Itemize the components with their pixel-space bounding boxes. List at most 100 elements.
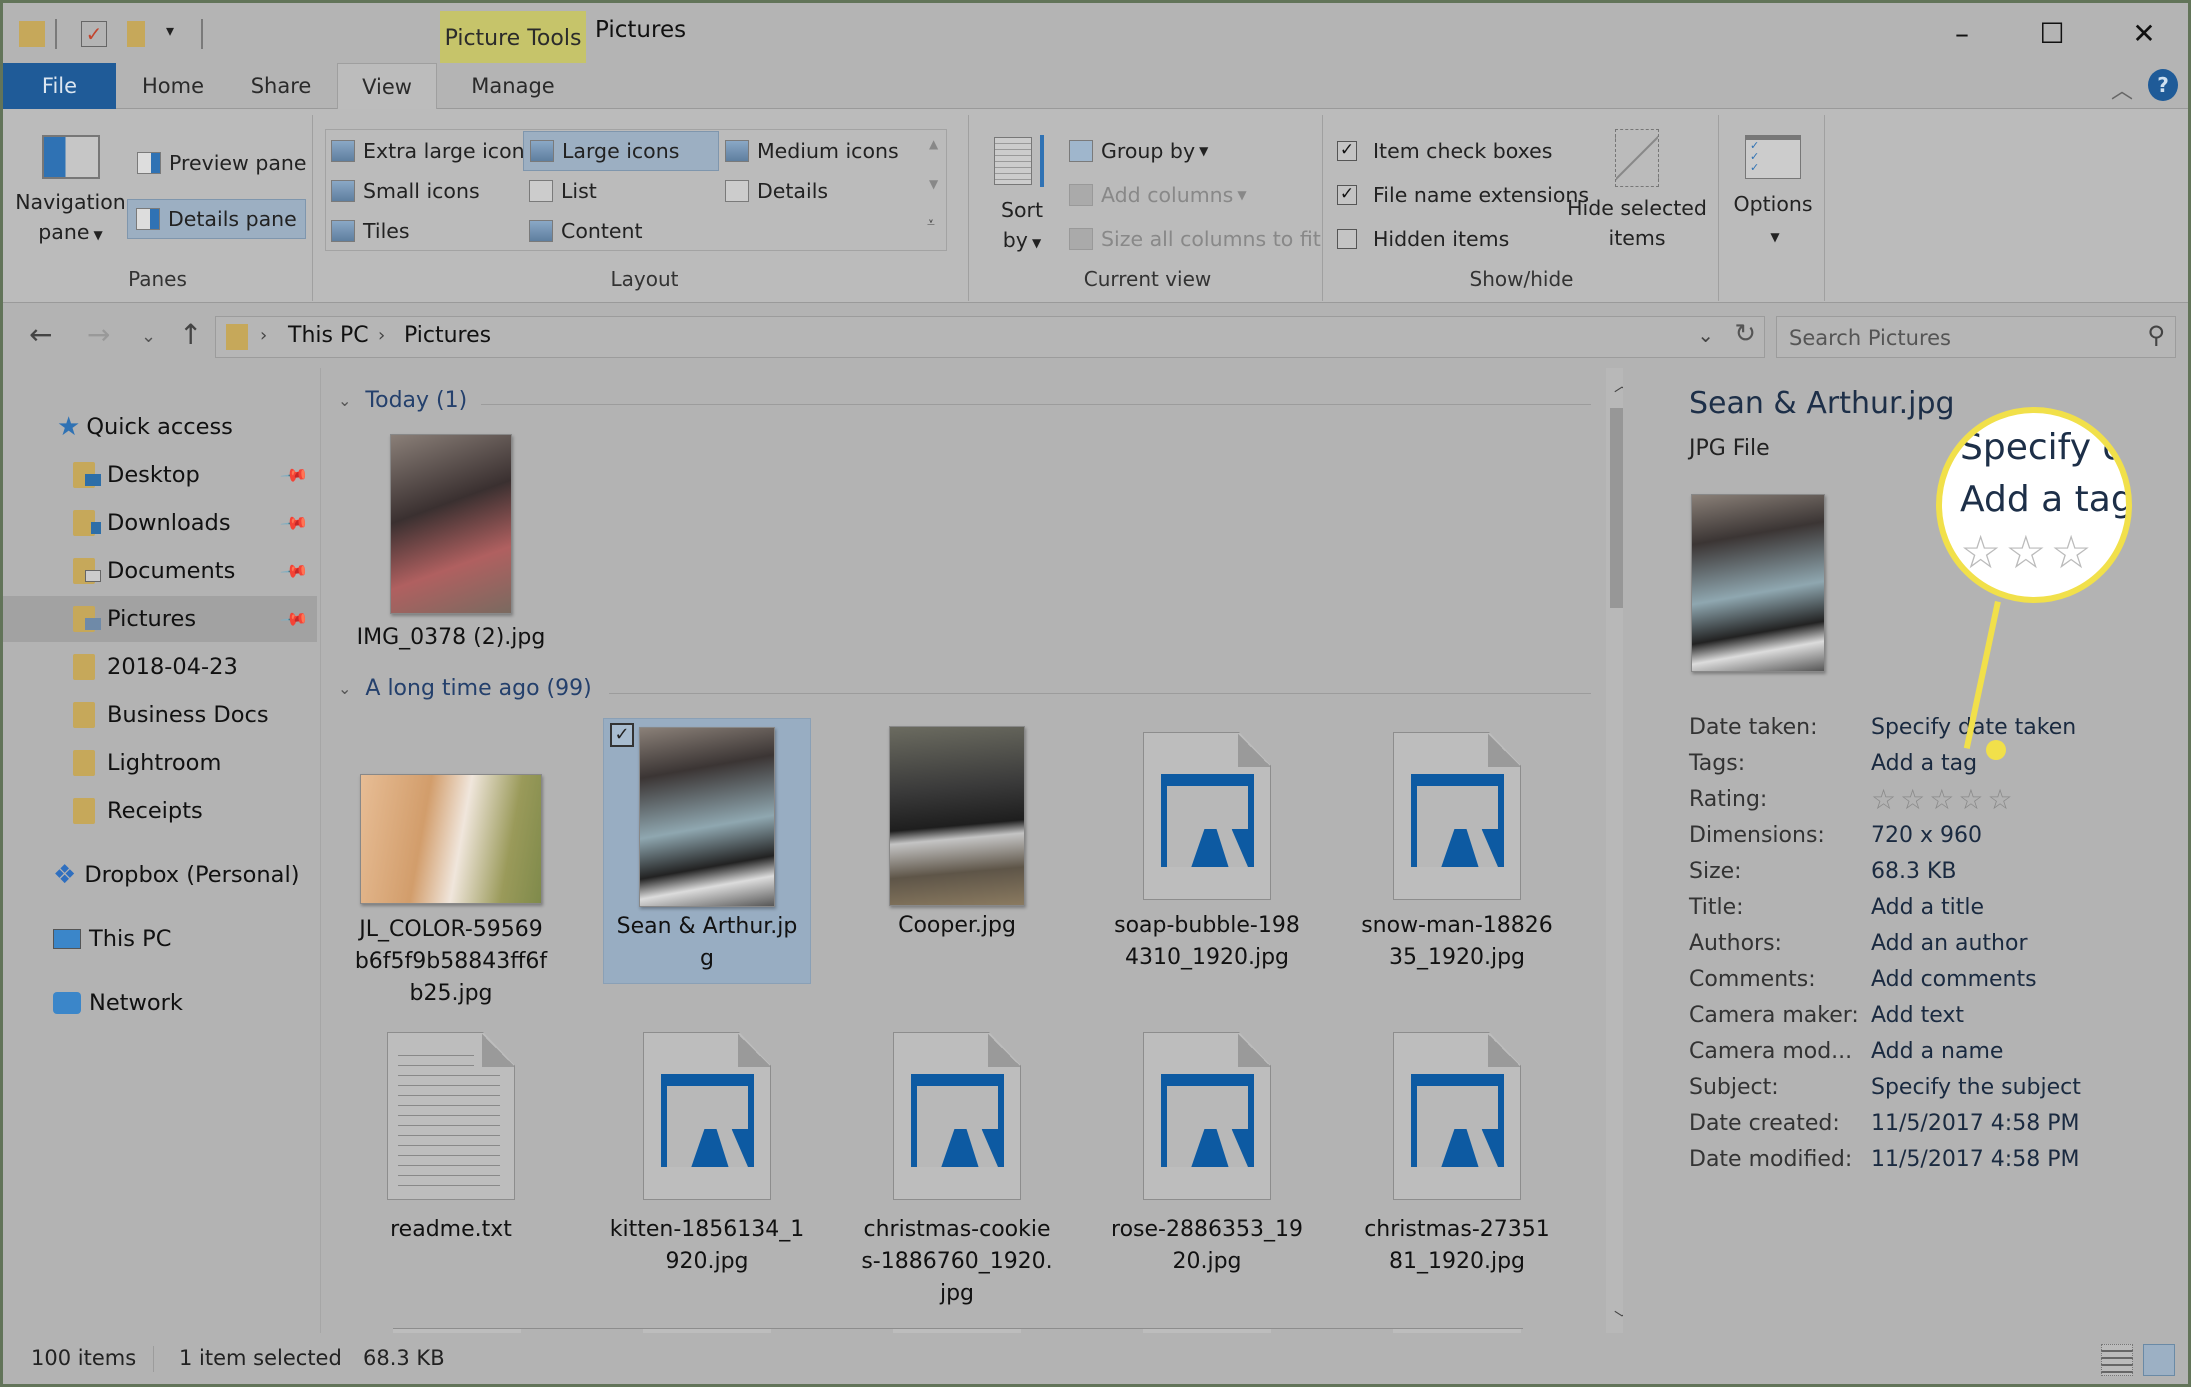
item-checkbox[interactable]: ✓ <box>610 723 634 747</box>
tab-share[interactable]: Share <box>239 63 323 109</box>
nav-folder-lightroom[interactable]: Lightroom <box>3 740 317 786</box>
tab-home[interactable]: Home <box>127 63 219 109</box>
nav-dropbox[interactable]: ❖ Dropbox (Personal) <box>3 852 317 898</box>
hide-selected-items-button[interactable]: Hide selected items <box>1567 129 1707 253</box>
pin-icon[interactable]: 📌 <box>278 556 309 586</box>
layout-large-icons[interactable]: Large icons <box>523 131 719 171</box>
nav-pictures[interactable]: Pictures 📌 <box>3 596 317 642</box>
hidden-items-toggle[interactable]: Hidden items <box>1337 221 1509 257</box>
folder-properties-icon[interactable] <box>19 21 45 47</box>
nav-quick-access[interactable]: ★ Quick access <box>3 404 317 450</box>
tab-manage[interactable]: Manage <box>440 63 586 109</box>
refresh-icon[interactable]: ↻ <box>1734 319 1756 349</box>
search-input[interactable] <box>1789 323 2119 353</box>
help-button[interactable]: ? <box>2148 69 2178 101</box>
file-tile[interactable]: christmas-2735181_1920.jpg <box>1353 1032 1561 1298</box>
file-tile[interactable]: soap-bubble-1984310_1920.jpg <box>1103 718 1311 984</box>
collapse-ribbon-icon[interactable]: ︿ <box>2111 73 2133 105</box>
nav-downloads[interactable]: Downloads 📌 <box>3 500 317 546</box>
layout-small-icons[interactable]: Small icons <box>331 173 480 209</box>
group-header-today[interactable]: ⌄ Today (1) <box>338 388 467 413</box>
address-bar[interactable]: › This PC › Pictures ⌄ ↻ <box>215 316 1765 358</box>
star-icon[interactable]: ☆ <box>1958 783 1983 816</box>
property-value[interactable]: Add a title <box>1871 890 1984 926</box>
maximize-button[interactable]: ☐ <box>2007 11 2097 55</box>
options-button[interactable]: ✓ ✓ ✓ Options ▼ <box>1727 135 1819 252</box>
address-dropdown-icon[interactable]: ⌄ <box>1697 323 1714 347</box>
file-tile[interactable]: Cooper.jpg <box>853 718 1061 984</box>
vertical-scrollbar[interactable]: ︿ ﹀ <box>1606 368 1623 1333</box>
file-tile[interactable]: readme.txt <box>347 1032 555 1298</box>
preview-pane-button[interactable]: Preview pane <box>131 145 313 181</box>
search-icon[interactable]: ⚲ <box>2147 321 2165 349</box>
pin-icon[interactable]: 📌 <box>278 604 309 634</box>
new-folder-icon[interactable] <box>127 21 145 47</box>
file-tile[interactable]: christmas-cookies-1886760_1920.jpg <box>853 1032 1061 1306</box>
scroll-down-icon[interactable]: ﹀ <box>1606 1305 1623 1329</box>
layout-details[interactable]: Details <box>725 173 828 209</box>
property-value[interactable]: Add text <box>1871 998 1964 1034</box>
group-header-long-ago[interactable]: ⌄ A long time ago (99) <box>338 676 592 701</box>
tab-view[interactable]: View <box>337 63 437 110</box>
property-value[interactable]: 11/5/2017 4:58 PM <box>1871 1142 2079 1178</box>
back-button[interactable]: ← <box>29 318 52 351</box>
pin-icon[interactable]: 📌 <box>278 508 309 538</box>
item-check-boxes-toggle[interactable]: ✓ Item check boxes <box>1337 133 1552 169</box>
star-icon[interactable]: ☆ <box>1929 783 1954 816</box>
checkmark-icon[interactable]: ✓ <box>81 21 107 47</box>
breadcrumb-pictures[interactable]: Pictures <box>404 323 491 348</box>
star-icon[interactable]: ☆ <box>1871 783 1896 816</box>
hidden-items-checkbox[interactable] <box>1337 229 1357 249</box>
layout-content[interactable]: Content <box>529 213 643 249</box>
details-view-toggle[interactable] <box>2101 1344 2133 1376</box>
up-button[interactable]: ↑ <box>179 318 202 351</box>
close-button[interactable]: ✕ <box>2099 11 2189 55</box>
search-box[interactable]: ⚲ <box>1776 316 2176 358</box>
group-by-button[interactable]: Group by ▼ <box>1069 133 1208 169</box>
details-pane-button[interactable]: Details pane <box>127 199 306 239</box>
file-tile[interactable]: kitten-1856134_1920.jpg <box>603 1032 811 1298</box>
file-tile[interactable]: JL_COLOR-59569b6f5f9b58843ff6fb25.jpg <box>347 718 555 1018</box>
property-value[interactable]: Add an author <box>1871 926 2028 962</box>
breadcrumb-this-pc[interactable]: This PC <box>288 323 369 348</box>
property-value[interactable]: Specify the subject <box>1871 1070 2081 1106</box>
property-value[interactable]: 720 x 960 <box>1871 818 1982 854</box>
property-value[interactable]: Add comments <box>1871 962 2037 998</box>
property-value[interactable]: Add a tag <box>1871 746 1977 782</box>
nav-this-pc[interactable]: This PC <box>3 916 317 962</box>
tab-file[interactable]: File <box>3 63 116 109</box>
file-name-extensions-checkbox[interactable]: ✓ <box>1337 185 1357 205</box>
minimize-button[interactable]: – <box>1917 11 2007 55</box>
nav-folder-2018-04-23[interactable]: 2018-04-23 <box>3 644 317 690</box>
sort-by-button[interactable]: Sort by ▼ <box>987 135 1057 258</box>
navigation-pane-button[interactable]: Navigation pane ▼ <box>13 135 128 250</box>
nav-folder-receipts[interactable]: Receipts <box>3 788 317 834</box>
scroll-thumb[interactable] <box>1610 408 1623 608</box>
property-value[interactable]: 11/5/2017 4:58 PM <box>1871 1106 2079 1142</box>
layout-tiles[interactable]: Tiles <box>331 213 410 249</box>
gallery-scroll-up-icon[interactable]: ▲ <box>929 137 938 151</box>
file-tile[interactable]: snow-man-1882635_1920.jpg <box>1353 718 1561 984</box>
layout-medium-icons[interactable]: Medium icons <box>725 133 899 169</box>
star-icon[interactable]: ☆ <box>1900 783 1925 816</box>
file-name-extensions-toggle[interactable]: ✓ File name extensions <box>1337 177 1589 213</box>
layout-list[interactable]: List <box>529 173 597 209</box>
layout-extra-large-icons[interactable]: Extra large icons <box>331 133 535 169</box>
nav-network[interactable]: Network <box>3 980 317 1026</box>
file-tile[interactable]: IMG_0378 (2).jpg <box>347 434 555 654</box>
nav-desktop[interactable]: Desktop 📌 <box>3 452 317 498</box>
rating-stars[interactable]: ☆ ☆ ☆ ☆ ☆ <box>1871 782 2017 821</box>
add-columns-button[interactable]: Add columns ▼ <box>1069 177 1247 213</box>
large-icons-view-toggle[interactable] <box>2143 1344 2175 1376</box>
file-tile-selected[interactable]: ✓ Sean & Arthur.jpg <box>603 718 811 984</box>
file-tile[interactable]: rose-2886353_1920.jpg <box>1103 1032 1311 1298</box>
size-columns-button[interactable]: Size all columns to fit <box>1069 221 1321 257</box>
item-check-boxes-checkbox[interactable]: ✓ <box>1337 141 1357 161</box>
forward-button[interactable]: → <box>87 318 110 351</box>
star-icon[interactable]: ☆ <box>1987 783 2012 816</box>
nav-documents[interactable]: Documents 📌 <box>3 548 317 594</box>
details-file-name[interactable]: Sean & Arthur.jpg <box>1689 386 1955 421</box>
property-value[interactable]: 68.3 KB <box>1871 854 1957 890</box>
nav-folder-business-docs[interactable]: Business Docs <box>3 692 317 738</box>
customize-toolbar-icon[interactable]: ▾ <box>166 21 192 47</box>
